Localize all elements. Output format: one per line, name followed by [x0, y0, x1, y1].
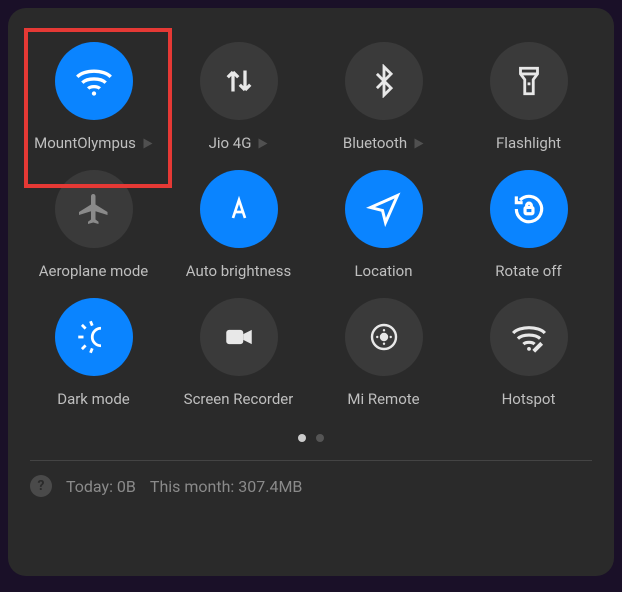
tile-location[interactable]: Location	[316, 166, 451, 284]
tile-rotate[interactable]: Rotate off	[461, 166, 596, 284]
tile-aeroplane[interactable]: Aeroplane mode	[26, 166, 161, 284]
tile-location-label: Location	[354, 262, 412, 280]
tile-bluetooth[interactable]: Bluetooth	[316, 38, 451, 156]
tile-mobile-data[interactable]: Jio 4G	[171, 38, 306, 156]
expand-icon	[259, 138, 268, 148]
data-today-value: 0B	[117, 477, 136, 496]
remote-icon	[345, 298, 423, 376]
tile-screen-recorder-label: Screen Recorder	[184, 390, 294, 408]
wifi-icon	[55, 42, 133, 120]
tile-mobile-data-label: Jio 4G	[209, 134, 252, 152]
auto-brightness-icon	[200, 170, 278, 248]
hotspot-icon	[490, 298, 568, 376]
page-dot-1[interactable]	[316, 434, 324, 442]
tile-dark-mode-label: Dark mode	[57, 390, 130, 408]
tile-mi-remote[interactable]: Mi Remote	[316, 294, 451, 412]
tile-mi-remote-label: Mi Remote	[347, 390, 419, 408]
data-today-label: Today:	[66, 477, 113, 496]
quick-settings-panel: MountOlympus Jio 4G	[8, 8, 614, 576]
tile-rotate-label: Rotate off	[495, 262, 561, 280]
tile-hotspot[interactable]: Hotspot	[461, 294, 596, 412]
page-dot-0[interactable]	[298, 434, 306, 442]
tile-wifi[interactable]: MountOlympus	[26, 38, 161, 156]
tile-bluetooth-label: Bluetooth	[343, 134, 407, 152]
tile-hotspot-label: Hotspot	[502, 390, 556, 408]
video-camera-icon	[200, 298, 278, 376]
data-month-label: This month:	[150, 477, 234, 496]
dark-mode-icon	[55, 298, 133, 376]
bluetooth-icon	[345, 42, 423, 120]
tile-screen-recorder[interactable]: Screen Recorder	[171, 294, 306, 412]
tile-aeroplane-label: Aeroplane mode	[39, 262, 149, 280]
tiles-grid: MountOlympus Jio 4G	[20, 28, 602, 412]
tile-flashlight-label: Flashlight	[496, 134, 561, 152]
rotate-lock-icon	[490, 170, 568, 248]
expand-icon	[143, 138, 152, 148]
location-icon	[345, 170, 423, 248]
info-badge-icon: ?	[30, 475, 52, 497]
expand-icon	[415, 138, 424, 148]
tile-wifi-label: MountOlympus	[34, 134, 136, 152]
tile-dark-mode[interactable]: Dark mode	[26, 294, 161, 412]
data-month-value: 307.4MB	[238, 477, 302, 496]
data-arrows-icon	[200, 42, 278, 120]
tile-flashlight[interactable]: Flashlight	[461, 38, 596, 156]
pagination-dots[interactable]	[20, 434, 602, 442]
data-usage-row[interactable]: ? Today: 0B This month: 307.4MB	[20, 461, 602, 497]
flashlight-icon	[490, 42, 568, 120]
tile-auto-brightness-label: Auto brightness	[186, 262, 291, 280]
airplane-icon	[55, 170, 133, 248]
tile-auto-brightness[interactable]: Auto brightness	[171, 166, 306, 284]
